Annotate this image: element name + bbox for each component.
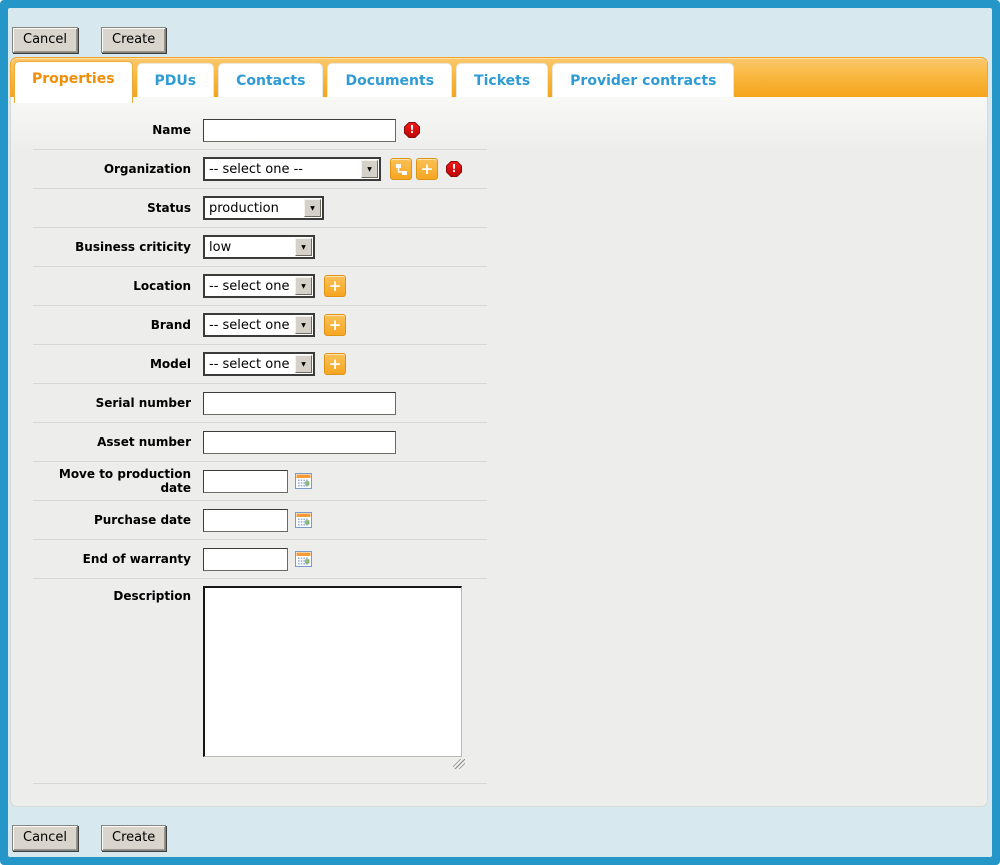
field-label: End of warranty <box>33 552 191 566</box>
tab-panel-properties: Name ! Organization -- <box>10 97 988 807</box>
form-row-model: Model -- select one -- ▼ + <box>33 345 487 384</box>
form-row-business-criticity: Business criticity low ▼ <box>33 228 487 267</box>
end-of-warranty-input[interactable] <box>203 548 288 571</box>
select-arrow-icon: ▼ <box>295 316 312 334</box>
field-label: Location <box>33 279 191 293</box>
business-criticity-select[interactable]: low ▼ <box>203 235 315 259</box>
create-button[interactable]: Create <box>101 825 166 851</box>
create-button[interactable]: Create <box>101 27 166 53</box>
toolbar-bottom: Cancel Create <box>12 825 166 851</box>
tab-contacts[interactable]: Contacts <box>218 63 323 98</box>
field-label: Move to production date <box>33 467 191 495</box>
mandatory-icon: ! <box>404 122 420 138</box>
mandatory-icon: ! <box>446 161 462 177</box>
field-label: Business criticity <box>33 240 191 254</box>
select-arrow-icon: ▼ <box>361 160 378 178</box>
form-row-description: Description <box>33 579 487 784</box>
field-label: Organization <box>33 162 191 176</box>
form-row-organization: Organization -- select one -- ▼ <box>33 150 487 189</box>
tab-widget: Properties PDUs Contacts Documents Ticke… <box>10 57 988 807</box>
field-label: Status <box>33 201 191 215</box>
page-background: Cancel Create Properties PDUs Contacts D… <box>8 8 992 857</box>
calendar-picker-button[interactable] <box>295 473 312 489</box>
form-row-end-of-warranty: End of warranty <box>33 540 487 579</box>
tab-bar: Properties PDUs Contacts Documents Ticke… <box>10 57 988 97</box>
toolbar-top: Cancel Create <box>12 27 166 53</box>
form-row-status: Status production ▼ <box>33 189 487 228</box>
form-row-move-to-production-date: Move to production date <box>33 462 487 501</box>
calendar-picker-button[interactable] <box>295 551 312 567</box>
tab-documents[interactable]: Documents <box>327 63 452 98</box>
tab-tickets[interactable]: Tickets <box>456 63 548 98</box>
field-label: Model <box>33 357 191 371</box>
field-label: Brand <box>33 318 191 332</box>
description-textarea[interactable] <box>203 586 462 757</box>
cancel-button[interactable]: Cancel <box>12 825 78 851</box>
status-select[interactable]: production ▼ <box>203 196 324 220</box>
name-input[interactable] <box>203 119 396 142</box>
calendar-icon <box>295 473 312 489</box>
organization-select[interactable]: -- select one -- ▼ <box>203 157 381 181</box>
add-organization-button[interactable]: + <box>416 158 438 180</box>
select-arrow-icon: ▼ <box>295 238 312 256</box>
cancel-button[interactable]: Cancel <box>12 27 78 53</box>
model-select[interactable]: -- select one -- ▼ <box>203 352 315 376</box>
tab-provider-contracts[interactable]: Provider contracts <box>552 63 734 98</box>
form-row-location: Location -- select one -- ▼ + <box>33 267 487 306</box>
field-label: Asset number <box>33 435 191 449</box>
field-label: Purchase date <box>33 513 191 527</box>
tab-properties[interactable]: Properties <box>14 61 133 103</box>
form-row-purchase-date: Purchase date <box>33 501 487 540</box>
calendar-icon <box>295 551 312 567</box>
field-label: Name <box>33 123 191 137</box>
select-arrow-icon: ▼ <box>304 199 321 217</box>
select-arrow-icon: ▼ <box>295 355 312 373</box>
form-row-serial-number: Serial number <box>33 384 487 423</box>
select-arrow-icon: ▼ <box>295 277 312 295</box>
form-row-asset-number: Asset number <box>33 423 487 462</box>
form-row-name: Name ! <box>33 111 487 150</box>
serial-number-input[interactable] <box>203 392 396 415</box>
location-select[interactable]: -- select one -- ▼ <box>203 274 315 298</box>
textarea-resize-handle[interactable] <box>453 759 465 769</box>
asset-number-input[interactable] <box>203 431 396 454</box>
add-brand-button[interactable]: + <box>324 314 346 336</box>
add-location-button[interactable]: + <box>324 275 346 297</box>
hierarchy-icon <box>395 163 408 176</box>
move-to-production-date-input[interactable] <box>203 470 288 493</box>
calendar-picker-button[interactable] <box>295 512 312 528</box>
tab-pdus[interactable]: PDUs <box>137 63 215 98</box>
purchase-date-input[interactable] <box>203 509 288 532</box>
form-row-brand: Brand -- select one -- ▼ + <box>33 306 487 345</box>
calendar-icon <box>295 512 312 528</box>
field-label: Serial number <box>33 396 191 410</box>
add-model-button[interactable]: + <box>324 353 346 375</box>
brand-select[interactable]: -- select one -- ▼ <box>203 313 315 337</box>
properties-form: Name ! Organization -- <box>33 111 487 784</box>
app-window: Cancel Create Properties PDUs Contacts D… <box>0 0 1000 865</box>
field-label: Description <box>33 579 191 603</box>
hierarchy-button[interactable] <box>390 158 412 180</box>
